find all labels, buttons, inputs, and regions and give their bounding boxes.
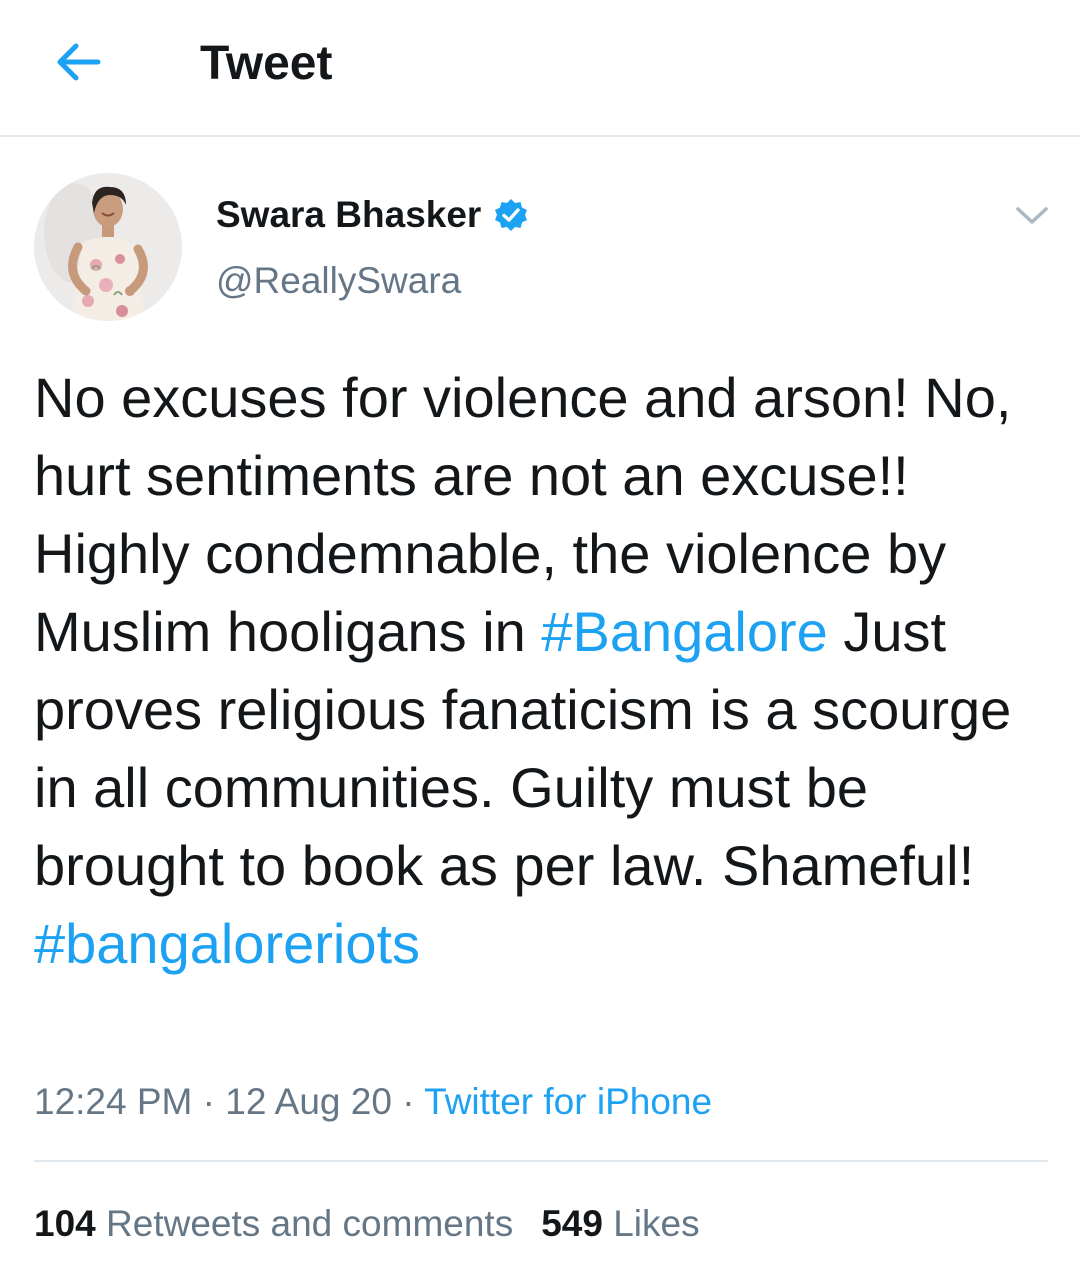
tweet-text: No excuses for violence and arson! No, h… [34,359,1054,983]
likes-label: Likes [613,1203,700,1244]
more-options-button[interactable] [1010,195,1054,235]
meta-separator: · [192,1081,226,1122]
tweet-source-link[interactable]: Twitter for iPhone [424,1081,712,1122]
chevron-down-icon [1016,207,1048,224]
author-handle[interactable]: @ReallySwara [216,260,461,302]
divider [34,1160,1048,1162]
likes-count: 549 [541,1203,603,1244]
hashtag-bangalore[interactable]: #Bangalore [541,600,827,663]
back-button[interactable] [46,34,110,90]
tweet-date: 12 Aug 20 [225,1081,392,1122]
author-name-row: Swara Bhasker [216,190,529,240]
tweet-time: 12:24 PM [34,1081,193,1122]
retweets-label: Retweets and comments [106,1203,514,1244]
arrow-left-icon [57,43,101,81]
tweet-stats: 104 Retweets and comments 549 Likes [34,1196,700,1252]
avatar[interactable] [34,173,182,321]
avatar-image [34,173,182,321]
tweet-metadata: 12:24 PM · 12 Aug 20 · Twitter for iPhon… [34,1074,712,1130]
retweets-count: 104 [34,1203,96,1244]
hashtag-bangaloreriots[interactable]: #bangaloreriots [34,912,420,975]
meta-separator: · [391,1081,425,1122]
retweets-stat[interactable]: 104 Retweets and comments [34,1203,513,1244]
verified-badge-icon [495,199,528,231]
top-bar: Tweet [0,0,1080,137]
likes-stat[interactable]: 549 Likes [541,1203,699,1244]
author-name[interactable]: Swara Bhasker [216,194,481,236]
page-title: Tweet [200,37,333,90]
